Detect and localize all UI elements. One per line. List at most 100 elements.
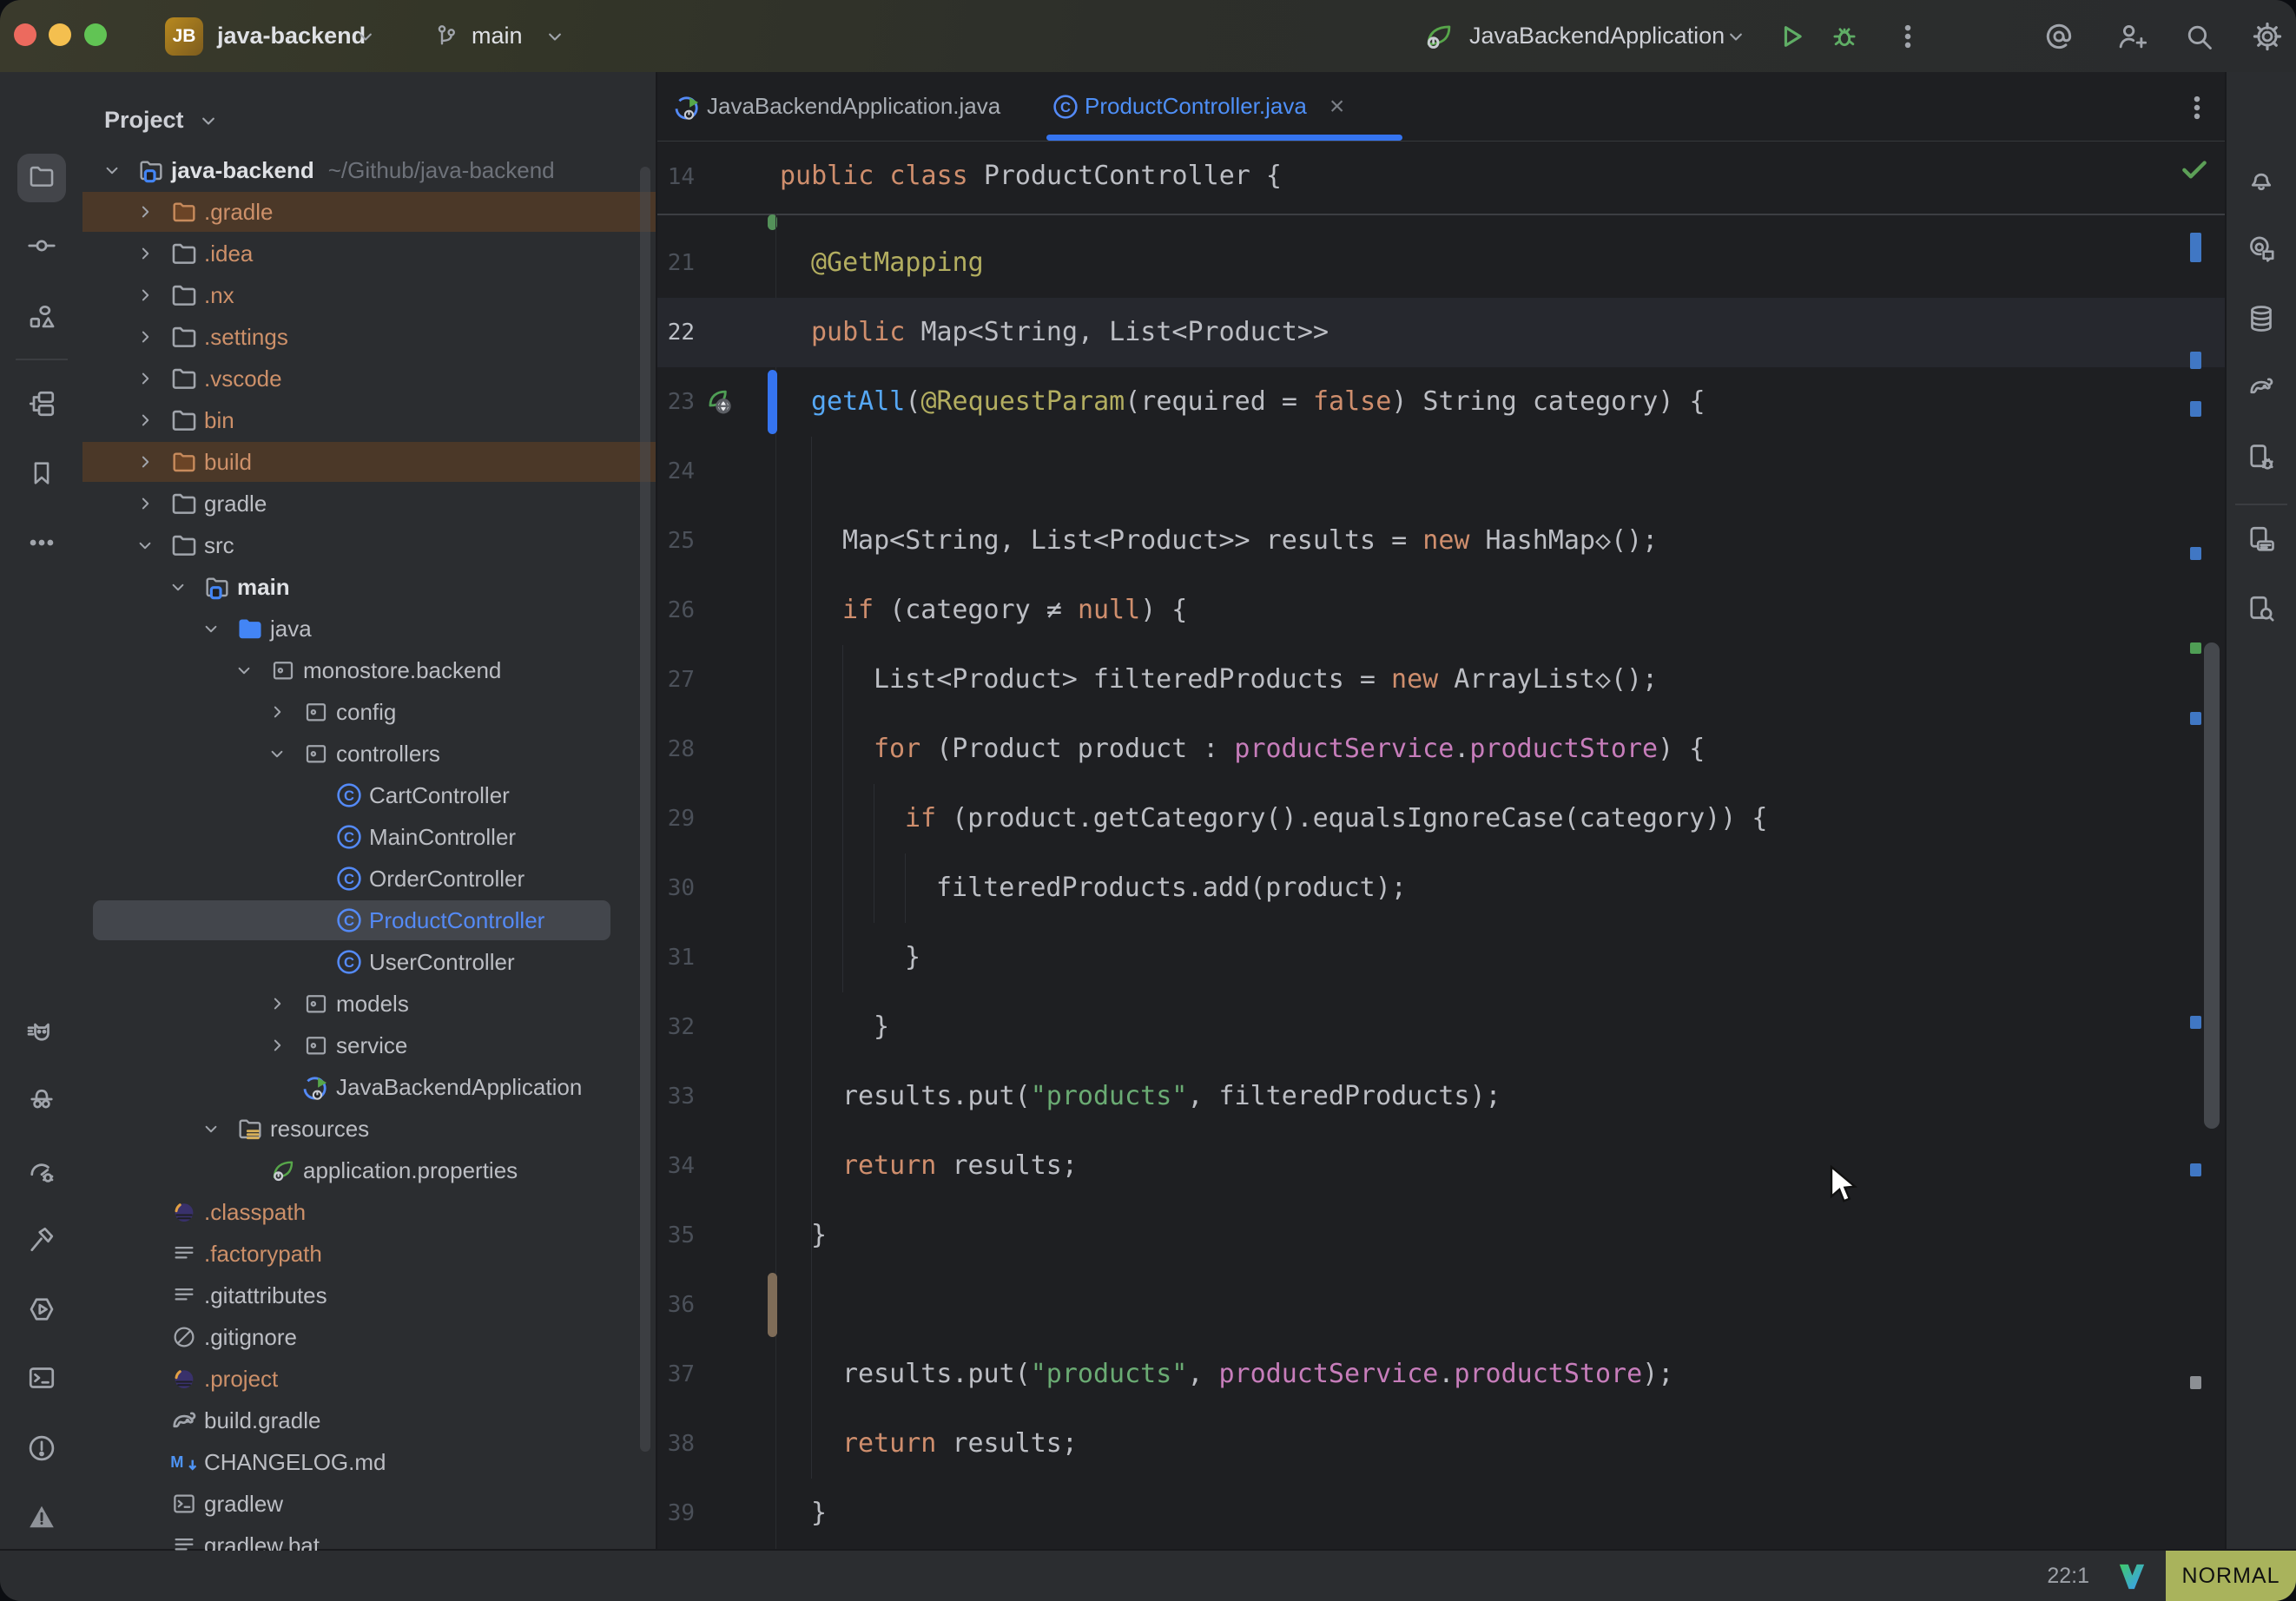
chevron-down-icon[interactable]	[126, 534, 164, 557]
tree-item-java[interactable]: java	[82, 608, 656, 649]
chevron-down-icon[interactable]	[258, 742, 296, 765]
editor-scrollbar[interactable]	[2204, 642, 2220, 1129]
chevron-right-icon[interactable]	[126, 284, 164, 306]
tool-terminal-button[interactable]	[17, 1355, 66, 1404]
chevron-right-icon[interactable]	[126, 242, 164, 265]
tree-item-.nx[interactable]: .nx	[82, 274, 656, 316]
code-line-35[interactable]: 35 }	[657, 1201, 2225, 1270]
line-number[interactable]: 29	[657, 784, 695, 853]
tree-item-CHANGELOG.md[interactable]: MCHANGELOG.md	[82, 1441, 656, 1483]
tree-item-.factorypath[interactable]: .factorypath	[82, 1233, 656, 1275]
chevron-right-icon[interactable]	[126, 326, 164, 348]
chevron-down-icon[interactable]	[93, 159, 131, 181]
tree-item-monostore.backend[interactable]: monostore.backend	[82, 649, 656, 691]
chevron-right-icon[interactable]	[126, 201, 164, 223]
chevron-right-icon[interactable]	[126, 367, 164, 390]
tool-build-button[interactable]	[17, 1217, 66, 1266]
close-window-button[interactable]	[14, 23, 36, 46]
code-text[interactable]: @GetMapping	[780, 228, 984, 298]
line-number[interactable]: 25	[657, 506, 695, 576]
debug-icon[interactable]	[1828, 20, 1861, 53]
line-number[interactable]: 28	[657, 715, 695, 784]
line-number[interactable]: 32	[657, 992, 695, 1062]
line-number[interactable]: 21	[657, 228, 695, 298]
zoom-window-button[interactable]	[84, 23, 107, 46]
tool-profiler-button[interactable]	[17, 1149, 66, 1197]
code-line-39[interactable]: 39 }	[657, 1479, 2225, 1548]
chevron-down-icon[interactable]	[192, 617, 230, 640]
tree-item-.gradle[interactable]: .gradle	[82, 191, 656, 233]
inspections-ok-icon[interactable]	[2177, 152, 2212, 191]
code-text[interactable]: for (Product product : productService.pr…	[780, 715, 1705, 784]
ideavim-icon[interactable]	[2117, 1562, 2147, 1596]
tree-item-MainController[interactable]: CMainController	[82, 816, 656, 858]
tree-item-.project[interactable]: .project	[82, 1358, 656, 1400]
code-line-32[interactable]: 32 }	[657, 992, 2225, 1062]
vim-mode-badge[interactable]: NORMAL	[2166, 1551, 2296, 1601]
line-number[interactable]: 38	[657, 1409, 695, 1479]
tree-item-.vscode[interactable]: .vscode	[82, 358, 656, 399]
tree-item-build.gradle[interactable]: build.gradle	[82, 1400, 656, 1441]
change-marker-blue[interactable]	[768, 370, 777, 434]
chevron-down-icon[interactable]	[192, 1117, 230, 1140]
stripe-mark[interactable]	[2190, 642, 2201, 654]
code-line-24[interactable]: 24	[657, 437, 2225, 506]
line-number[interactable]: 34	[657, 1131, 695, 1201]
tab-ProductController.java[interactable]: C ProductController.java ×	[1046, 72, 1402, 141]
tab-JavaBackendApplication.java[interactable]: JavaBackendApplication.java	[669, 72, 1042, 141]
code-line-33[interactable]: 33 results.put("products", filteredProdu…	[657, 1062, 2225, 1131]
change-marker-brown[interactable]	[768, 1273, 777, 1337]
code-line-36[interactable]: 36	[657, 1270, 2225, 1340]
code-line-31[interactable]: 31 }	[657, 923, 2225, 992]
line-number[interactable]: 27	[657, 645, 695, 715]
code-line-30[interactable]: 30 filteredProducts.add(product);	[657, 853, 2225, 923]
tree-item-.settings[interactable]: .settings	[82, 316, 656, 358]
chevron-right-icon[interactable]	[126, 451, 164, 473]
tree-item-java-backend[interactable]: java-backend~/Github/java-backend	[82, 149, 656, 191]
line-number[interactable]: 23	[657, 367, 695, 437]
run-config-selector[interactable]: JavaBackendApplication	[1469, 0, 1725, 72]
line-number[interactable]: 39	[657, 1479, 695, 1548]
tree-item-models[interactable]: models	[82, 983, 656, 1025]
tree-item-service[interactable]: service	[82, 1025, 656, 1066]
tool-notifications-button[interactable]	[2237, 155, 2286, 204]
chevron-right-icon[interactable]	[258, 701, 296, 723]
stripe-mark[interactable]	[2190, 1163, 2201, 1176]
minimize-window-button[interactable]	[49, 23, 71, 46]
code-line-21[interactable]: 21 @GetMapping	[657, 228, 2225, 298]
line-number[interactable]: 24	[657, 437, 695, 506]
code-line-37[interactable]: 37 results.put("products", productServic…	[657, 1340, 2225, 1409]
code-text[interactable]: Map<String, List<Product>> results = new…	[780, 506, 1658, 576]
code-line-22[interactable]: 22 public Map<String, List<Product>>	[657, 298, 2225, 367]
code-line-34[interactable]: 34 return results;	[657, 1131, 2225, 1201]
tree-item-.gitattributes[interactable]: .gitattributes	[82, 1275, 656, 1316]
tree-item-main[interactable]: main	[82, 566, 656, 608]
tree-item-.idea[interactable]: .idea	[82, 233, 656, 274]
tree-item-JavaBackendApplication[interactable]: JavaBackendApplication	[82, 1066, 656, 1108]
tool-ai-cat-button[interactable]	[17, 1010, 66, 1058]
tree-item-ProductController[interactable]: CProductController	[82, 899, 656, 941]
code-text[interactable]: results.put("products", productService.p…	[780, 1340, 1673, 1409]
line-number[interactable]: 36	[657, 1270, 695, 1340]
code-line-25[interactable]: 25 Map<String, List<Product>> results = …	[657, 506, 2225, 576]
tool-structure-button[interactable]	[17, 294, 66, 343]
editor-more-icon[interactable]	[2182, 93, 2212, 127]
tool-warnings-button[interactable]	[17, 1494, 66, 1543]
line-number[interactable]: 33	[657, 1062, 695, 1131]
code-line-38[interactable]: 38 return results;	[657, 1409, 2225, 1479]
tree-item-src[interactable]: src	[82, 524, 656, 566]
code-text[interactable]: public class ProductController {	[780, 142, 1282, 211]
tree-item-CartController[interactable]: CCartController	[82, 774, 656, 816]
tree-item-UserController[interactable]: CUserController	[82, 941, 656, 983]
branch-button[interactable]: main	[472, 0, 523, 72]
settings-gear-icon[interactable]	[2251, 20, 2284, 53]
tool-more-tool-windows-button[interactable]	[17, 520, 66, 569]
tool-device-manager-button[interactable]	[2237, 435, 2286, 484]
stripe-mark[interactable]	[2190, 547, 2201, 560]
code-line-27[interactable]: 27 List<Product> filteredProducts = new …	[657, 645, 2225, 715]
tool-commit-button[interactable]	[17, 223, 66, 272]
code-line-29[interactable]: 29 if (product.getCategory().equalsIgnor…	[657, 784, 2225, 853]
ai-assistant-icon[interactable]	[2042, 20, 2075, 53]
chevron-right-icon[interactable]	[258, 1034, 296, 1057]
more-actions-icon[interactable]	[1893, 22, 1923, 51]
